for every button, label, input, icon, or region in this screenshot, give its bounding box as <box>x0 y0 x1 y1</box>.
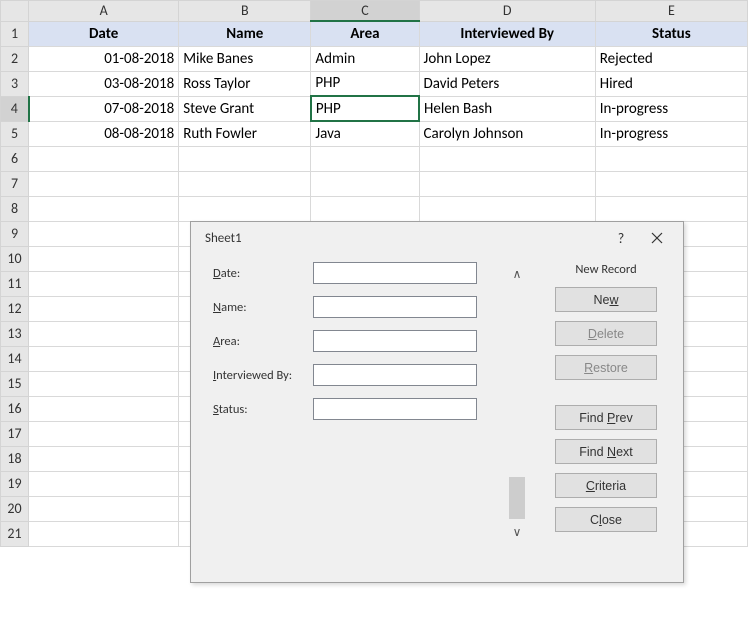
scroll-up-icon[interactable]: ∧ <box>513 265 522 283</box>
cell-B4[interactable]: Steve Grant <box>179 96 311 121</box>
cell-B2[interactable]: Mike Banes <box>179 46 311 71</box>
col-header-C[interactable]: C <box>311 1 419 22</box>
row-header-5[interactable]: 5 <box>1 121 29 146</box>
date-label: Date: <box>213 266 313 281</box>
help-button[interactable]: ? <box>603 226 639 250</box>
row-header-8[interactable]: 8 <box>1 196 29 221</box>
scroll-down-icon[interactable]: ∨ <box>513 523 522 541</box>
row-header-14[interactable]: 14 <box>1 346 29 371</box>
cell-E5[interactable]: In-progress <box>595 121 747 146</box>
interviewed-label: Interviewed By: <box>213 368 313 383</box>
cell-A5[interactable]: 08-08-2018 <box>29 121 179 146</box>
restore-button[interactable]: Restore <box>555 355 657 380</box>
cell-B3[interactable]: Ross Taylor <box>179 71 311 96</box>
cell-E1[interactable]: Status <box>595 21 747 46</box>
record-indicator: New Record <box>575 262 636 277</box>
scrollbar-track[interactable] <box>509 287 525 519</box>
row-header-17[interactable]: 17 <box>1 421 29 446</box>
name-field[interactable] <box>313 296 477 318</box>
select-all-corner[interactable] <box>1 1 29 22</box>
status-label: Status: <box>213 402 313 417</box>
cell-B1[interactable]: Name <box>179 21 311 46</box>
cell-C4[interactable]: PHP <box>311 96 419 121</box>
close-icon[interactable] <box>639 226 675 250</box>
row-header-15[interactable]: 15 <box>1 371 29 396</box>
col-header-B[interactable]: B <box>179 1 311 22</box>
row-header-11[interactable]: 11 <box>1 271 29 296</box>
find-next-button[interactable]: Find Next <box>555 439 657 464</box>
col-header-E[interactable]: E <box>595 1 747 22</box>
area-label: Area: <box>213 334 313 349</box>
col-header-D[interactable]: D <box>419 1 595 22</box>
cell-D2[interactable]: John Lopez <box>419 46 595 71</box>
cell-D1[interactable]: Interviewed By <box>419 21 595 46</box>
dialog-title: Sheet1 <box>205 231 603 246</box>
row-header-1[interactable]: 1 <box>1 21 29 46</box>
row-header-7[interactable]: 7 <box>1 171 29 196</box>
cell-B5[interactable]: Ruth Fowler <box>179 121 311 146</box>
cell-C5[interactable]: Java <box>311 121 419 146</box>
cell-D3[interactable]: David Peters <box>419 71 595 96</box>
criteria-button[interactable]: Criteria <box>555 473 657 498</box>
new-button[interactable]: New <box>555 287 657 312</box>
row-header-20[interactable]: 20 <box>1 496 29 521</box>
area-field[interactable] <box>313 330 477 352</box>
data-form-dialog: Sheet1 ? Date: Name: Area: Interviewed B… <box>190 221 684 583</box>
row-header-2[interactable]: 2 <box>1 46 29 71</box>
cell-A3[interactable]: 03-08-2018 <box>29 71 179 96</box>
cell-D5[interactable]: Carolyn Johnson <box>419 121 595 146</box>
row-header-12[interactable]: 12 <box>1 296 29 321</box>
row-header-13[interactable]: 13 <box>1 321 29 346</box>
cell-A1[interactable]: Date <box>29 21 179 46</box>
find-prev-button[interactable]: Find Prev <box>555 405 657 430</box>
cell-E2[interactable]: Rejected <box>595 46 747 71</box>
cell-C2[interactable]: Admin <box>311 46 419 71</box>
delete-button[interactable]: Delete <box>555 321 657 346</box>
row-header-6[interactable]: 6 <box>1 146 29 171</box>
row-header-10[interactable]: 10 <box>1 246 29 271</box>
row-header-4[interactable]: 4 <box>1 96 29 121</box>
row-header-19[interactable]: 19 <box>1 471 29 496</box>
cell-A4[interactable]: 07-08-2018 <box>29 96 179 121</box>
cell-C1[interactable]: Area <box>311 21 419 46</box>
row-header-3[interactable]: 3 <box>1 71 29 96</box>
cell-E3[interactable]: Hired <box>595 71 747 96</box>
date-field[interactable] <box>313 262 477 284</box>
row-header-16[interactable]: 16 <box>1 396 29 421</box>
cell-E4[interactable]: In-progress <box>595 96 747 121</box>
interviewed-field[interactable] <box>313 364 477 386</box>
row-header-21[interactable]: 21 <box>1 521 29 546</box>
close-button[interactable]: Close <box>555 507 657 532</box>
cell-D4[interactable]: Helen Bash <box>419 96 595 121</box>
status-field[interactable] <box>313 398 477 420</box>
row-header-9[interactable]: 9 <box>1 221 29 246</box>
cell-A2[interactable]: 01-08-2018 <box>29 46 179 71</box>
name-label: Name: <box>213 300 313 315</box>
col-header-A[interactable]: A <box>29 1 179 22</box>
scrollbar-thumb[interactable] <box>509 477 525 519</box>
row-header-18[interactable]: 18 <box>1 446 29 471</box>
cell-C3[interactable]: PHP <box>311 71 419 96</box>
